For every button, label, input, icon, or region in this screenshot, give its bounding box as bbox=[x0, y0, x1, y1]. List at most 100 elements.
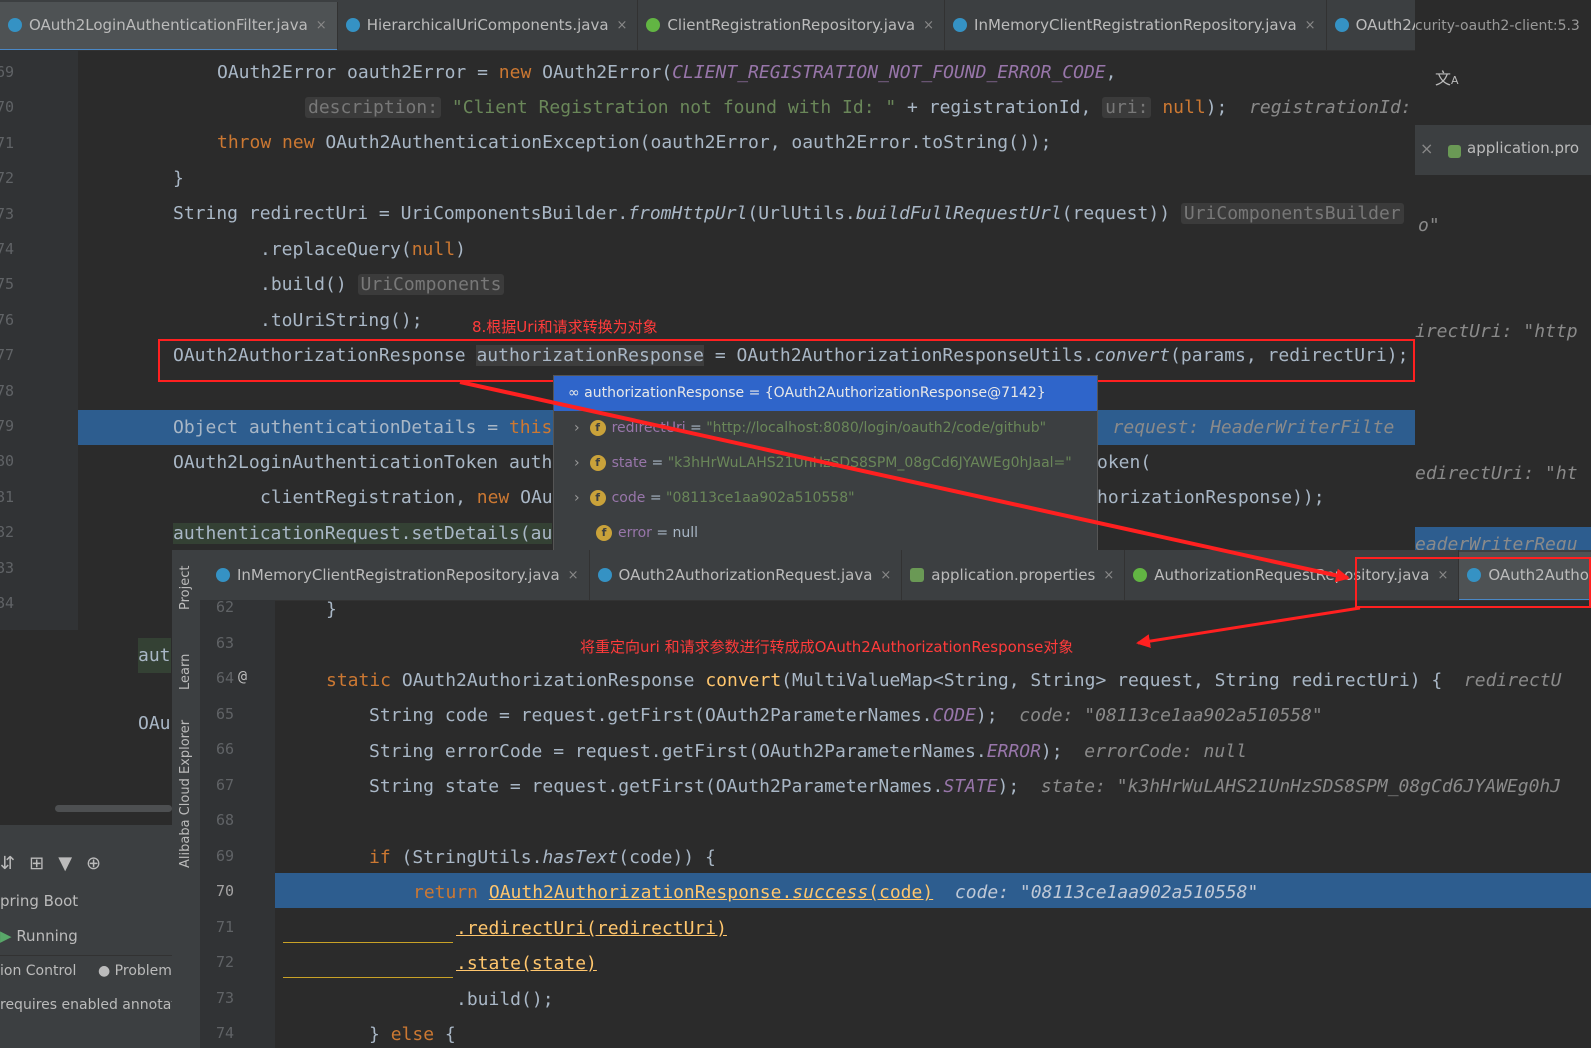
tab-oauth2-login-authentication-filter[interactable]: OAuth2LoginAuthenticationFilter.java × bbox=[0, 1, 338, 50]
class-icon bbox=[1334, 18, 1349, 32]
line-number: 71 bbox=[0, 133, 14, 152]
chevron-right-icon[interactable]: › bbox=[574, 420, 580, 436]
filter-icon[interactable]: ▼ bbox=[58, 853, 86, 874]
line-number: 66 bbox=[215, 740, 234, 758]
services-item-spring-boot[interactable]: pring Boot bbox=[0, 892, 78, 910]
code-line-73: String redirectUri = UriComponentsBuilde… bbox=[173, 196, 1404, 231]
annotation-box-response-utils-tab bbox=[1355, 557, 1591, 608]
line-number: 72 bbox=[215, 953, 234, 971]
close-icon[interactable]: × bbox=[1305, 18, 1316, 33]
line-number: 82 bbox=[0, 523, 14, 542]
code-line-81: clientRegistration, new OAu bbox=[260, 487, 553, 508]
line-number: 78 bbox=[0, 381, 14, 400]
close-icon[interactable]: × bbox=[568, 568, 579, 583]
line-number: 64 bbox=[215, 669, 234, 687]
code-line-80b: oken( bbox=[1097, 452, 1152, 473]
code-line-80: OAuth2LoginAuthenticationToken auth bbox=[173, 452, 553, 473]
close-icon[interactable]: × bbox=[880, 568, 891, 583]
translate-icon[interactable]: 文A bbox=[1435, 65, 1459, 89]
override-marker-icon[interactable]: @ bbox=[238, 667, 247, 685]
close-icon[interactable]: × bbox=[923, 18, 934, 33]
code-line-82: authenticationRequest.setDetails(au bbox=[173, 523, 553, 544]
code-line-65: String code = request.getFirst(OAuth2Par… bbox=[369, 705, 1323, 726]
watch-icon: ∞ bbox=[568, 385, 580, 401]
param-hint: uri: bbox=[1102, 97, 1152, 118]
code-line-81b: horizationResponse)); bbox=[1097, 487, 1325, 508]
code-line-67: String state = request.getFirst(OAuth2Pa… bbox=[369, 776, 1562, 797]
line-number: 74 bbox=[215, 1024, 234, 1042]
tool-tab-version-control[interactable]: ion Control bbox=[0, 963, 76, 979]
top-editor: OAuth2LoginAuthenticationFilter.java × Hie… bbox=[0, 0, 1415, 630]
close-icon[interactable]: × bbox=[617, 18, 628, 33]
debug-value-popup: ∞ authorizationResponse = {OAuth2Authori… bbox=[553, 375, 1098, 552]
tool-window-learn[interactable]: Learn bbox=[178, 654, 193, 690]
top-editor-tabs: OAuth2LoginAuthenticationFilter.java × Hie… bbox=[0, 0, 1415, 51]
underline-guide-71 bbox=[283, 942, 453, 943]
annotation-convert-label: 8.根据Uri和请求转换为对象 bbox=[472, 318, 658, 336]
debug-inline-value: registrationId: "gi bbox=[1249, 97, 1412, 118]
tab-oauth2-authorization-request[interactable]: OAuth2AuthorizationRequest bbox=[1327, 0, 1415, 50]
tab-hierarchical-uri-components[interactable]: HierarchicalUriComponents.java × bbox=[338, 0, 639, 50]
code-line-73: .build(); bbox=[456, 989, 554, 1010]
services-item-running[interactable]: ▶ Running bbox=[0, 927, 78, 945]
class-icon bbox=[216, 568, 230, 582]
tool-tab-problems[interactable]: ● Problems bbox=[98, 963, 172, 979]
line-number: 70 bbox=[0, 98, 14, 117]
debug-root-node[interactable]: ∞ authorizationResponse = {OAuth2Authori… bbox=[554, 376, 1097, 411]
add-service-icon[interactable]: ⊕ bbox=[86, 853, 115, 874]
module-path-fragment: curity-oauth2-client:5.3 bbox=[1415, 18, 1580, 34]
close-icon[interactable]: × bbox=[1103, 568, 1114, 583]
code-line-71: throw new OAuth2AuthenticationException(… bbox=[217, 132, 1052, 153]
collapse-icon[interactable]: ⇵ bbox=[0, 853, 29, 874]
right-fragment-4: eaderWriterRequ bbox=[1415, 527, 1591, 550]
type-hint: UriComponentsBuilder bbox=[1180, 203, 1404, 224]
line-number: 70 bbox=[215, 882, 234, 900]
line-number: 67 bbox=[215, 775, 234, 794]
services-toolbar: ⇵⊞▼⊕ bbox=[0, 853, 115, 874]
group-icon[interactable]: ⊞ bbox=[29, 853, 58, 874]
close-icon[interactable]: × bbox=[1420, 139, 1433, 158]
line-number: 73 bbox=[215, 988, 234, 1007]
line-number: 73 bbox=[0, 204, 14, 223]
left-tool-panel: aut OAu ⇵⊞▼⊕ pring Boot ▶ Running ion Co… bbox=[0, 630, 172, 1048]
debug-field-state[interactable]: › f state = "k3hHrWuLAHS21UnHzSDS8SPM_08gC… bbox=[554, 446, 1097, 481]
code-line-79-debug: ; request: HeaderWriterFilte bbox=[1080, 417, 1395, 438]
properties-icon bbox=[1448, 145, 1461, 158]
line-number: 83 bbox=[0, 558, 14, 577]
code-line-69: if (StringUtils.hasText(code)) { bbox=[369, 847, 716, 868]
debug-field-code[interactable]: › f code = "08113ce1aa902a510558" bbox=[554, 481, 1097, 516]
tab-client-registration-repository[interactable]: ClientRegistrationRepository.java × bbox=[638, 0, 946, 50]
class-icon bbox=[345, 18, 360, 32]
debug-field-error[interactable]: f error = null bbox=[554, 516, 1097, 551]
code-line-76: .toUriString(); bbox=[260, 310, 423, 331]
class-icon bbox=[597, 568, 612, 582]
annotation-convert-description: 将重定向uri 和请求参数进行转成成OAuth2AuthorizationRes… bbox=[580, 638, 1074, 656]
tab-application-properties[interactable]: application.pro bbox=[1467, 139, 1579, 157]
tool-window-alibaba-cloud-explorer[interactable]: Alibaba Cloud Explorer bbox=[178, 720, 193, 868]
code-line-75: .build() UriComponents bbox=[260, 267, 505, 302]
tab-in-memory-client-registration-repository[interactable]: InMemoryClientRegistrationRepository.jav… bbox=[945, 0, 1327, 50]
code-line-64: static OAuth2AuthorizationResponse conve… bbox=[326, 670, 1562, 691]
param-hint: description: bbox=[305, 97, 442, 118]
side-tool-strip: Project Learn Alibaba Cloud Explorer bbox=[172, 550, 201, 1048]
chevron-right-icon[interactable]: › bbox=[574, 455, 580, 471]
debug-field-redirect-uri[interactable]: › f redirectUri = "http://localhost:8080/l… bbox=[554, 411, 1097, 446]
right-fragment-3: edirectUri: "ht bbox=[1415, 463, 1578, 484]
code-line-74: } else { bbox=[369, 1024, 456, 1045]
left-code-fragment-2: OAu bbox=[138, 713, 171, 734]
code-line-71: .redirectUri(redirectUri) bbox=[456, 918, 727, 939]
run-icon: ▶ bbox=[0, 927, 17, 945]
close-icon[interactable]: × bbox=[316, 18, 327, 33]
field-icon: f bbox=[589, 455, 606, 471]
chevron-right-icon[interactable]: › bbox=[574, 490, 580, 506]
horizontal-scrollbar[interactable] bbox=[55, 805, 172, 812]
line-number: 81 bbox=[0, 487, 14, 506]
right-editor-fragment: 文A × application.pro o" irectUri: "http … bbox=[1415, 50, 1591, 550]
field-icon: f bbox=[589, 490, 606, 506]
bottom-code-area: } static OAuth2AuthorizationResponse con… bbox=[326, 592, 1591, 1048]
type-hint: UriComponents bbox=[357, 274, 505, 295]
tool-window-project[interactable]: Project bbox=[178, 566, 193, 610]
line-number: 68 bbox=[215, 811, 234, 829]
code-line-70: return OAuth2AuthorizationResponse.succe… bbox=[413, 882, 1259, 903]
line-number: 77 bbox=[0, 346, 14, 365]
